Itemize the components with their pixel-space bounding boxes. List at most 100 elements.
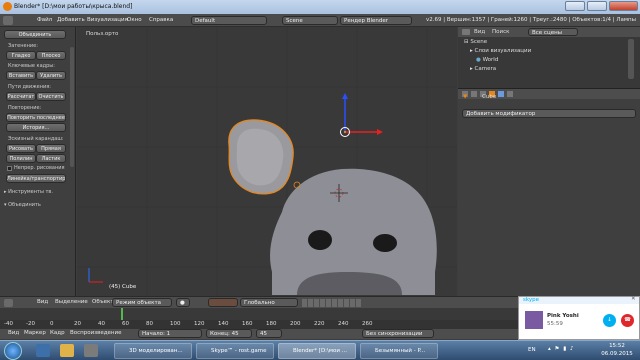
tool-section-header[interactable]: ▸ Инструменты тв. (4, 189, 53, 195)
scene-select[interactable]: Scene (282, 16, 338, 25)
start-button[interactable] (4, 342, 22, 360)
menu-add[interactable]: Добавить (57, 17, 85, 23)
viewport-canvas (77, 27, 457, 296)
gp-line-button[interactable]: Прямая (36, 144, 66, 153)
clock-date[interactable]: 06.09.2015 (598, 351, 636, 357)
insert-keyframe-button[interactable]: Вставить (6, 71, 36, 80)
outliner-scrollbar[interactable] (628, 39, 634, 79)
media-icon[interactable] (84, 344, 98, 357)
outliner-item-scene[interactable]: ⊟ Scene (464, 39, 487, 45)
layout-select[interactable]: Default (191, 16, 267, 25)
caller-avatar (525, 311, 543, 329)
outliner-editor-icon[interactable] (462, 29, 470, 35)
delete-keyframe-button[interactable]: Удалить (36, 71, 66, 80)
modifier-tab-icon[interactable] (498, 91, 504, 97)
timeline-frame-menu[interactable]: Кадр (50, 330, 65, 336)
layer-buttons[interactable] (302, 299, 362, 307)
repeat-label: Повторение: (8, 105, 42, 111)
blender-logo-icon (3, 2, 12, 11)
outliner-item-label: Слои визуализации (474, 48, 532, 54)
skype-close-icon[interactable]: ✕ (631, 296, 636, 302)
gp-poly-button[interactable]: Полилин (6, 154, 36, 163)
shading-label: Затенение: (8, 43, 38, 49)
skype-logo: skype (523, 297, 539, 303)
editor-type-icon[interactable] (3, 16, 13, 25)
orientation-select[interactable]: Глобально (240, 298, 298, 307)
outliner-search-menu[interactable]: Поиск (492, 29, 509, 35)
3d-viewport[interactable]: Польз.орто (45) Cube (77, 27, 457, 296)
language-indicator[interactable]: EN (528, 347, 536, 353)
ruler-button[interactable]: Линейка/транспортир (6, 174, 66, 183)
skype-header: skype ✕ (519, 296, 639, 304)
outliner-item-camera[interactable]: ▸ Camera (470, 66, 496, 72)
properties-editor: ▼ Cube Добавить модификатор (458, 89, 640, 296)
smooth-button[interactable]: Гладко (6, 51, 36, 60)
repeat-last-button[interactable]: Повторить последнее (6, 113, 66, 122)
gp-draw-button[interactable]: Рисовать (6, 144, 36, 153)
gp-erase-button[interactable]: Ластик (36, 154, 66, 163)
tick-label: 80 (146, 321, 153, 327)
toolshelf-scrollbar[interactable] (70, 47, 74, 167)
menu-window[interactable]: Окно (127, 17, 142, 23)
end-frame-field[interactable]: Конец: 45 (206, 329, 252, 338)
tick-label: 140 (218, 321, 229, 327)
history-button[interactable]: История... (6, 123, 66, 132)
close-button[interactable] (609, 1, 638, 11)
timeline-marker-menu[interactable]: Маркер (24, 330, 46, 336)
tick-label: -20 (26, 321, 35, 327)
rat-ear-mesh[interactable] (228, 119, 301, 195)
outliner-display-select[interactable]: Все сцены (528, 28, 578, 36)
explorer-icon[interactable] (60, 344, 74, 357)
tray-icons[interactable]: ▴ ⚑ ▮ ♪ (548, 346, 588, 355)
hang-up-icon[interactable]: ☎ (621, 314, 634, 327)
menu-file[interactable]: Файл (37, 17, 52, 23)
mode-select[interactable]: Режим объекта (112, 298, 172, 307)
scene-tab-icon[interactable] (471, 91, 477, 97)
merge-section-header[interactable]: ▾ Объединить (4, 202, 41, 208)
call-duration: 55:59 (547, 321, 563, 327)
tick-label: 40 (98, 321, 105, 327)
tick-label: -40 (4, 321, 13, 327)
pivot-manipulator-buttons[interactable] (208, 298, 238, 307)
add-modifier-select[interactable]: Добавить модификатор (462, 109, 636, 118)
outliner-view-menu[interactable]: Вид (474, 29, 485, 35)
flat-button[interactable]: Плоско (36, 51, 66, 60)
join-button[interactable]: Объединить (4, 30, 66, 39)
outliner-item-render-layers[interactable]: ▸ Слои визуализации (470, 48, 531, 54)
menu-render[interactable]: Визуализация (87, 17, 128, 23)
taskbar-item-blender[interactable]: Blender* [D:\мои ... (278, 343, 356, 359)
select-menu[interactable]: Выделение (55, 299, 88, 305)
render-engine-select[interactable]: Рендер Blender (340, 16, 412, 25)
menu-help[interactable]: Справка (149, 17, 173, 23)
skype-notification[interactable]: skype ✕ Pink Yoshi 55:59 ↓ ☎ (518, 296, 640, 340)
continuous-draw-label: Непрер. рисования (14, 165, 65, 171)
clock-time[interactable]: 15:52 (598, 343, 636, 349)
transform-gizmo[interactable] (340, 93, 384, 137)
start-frame-field[interactable]: Начало: 1 (138, 329, 202, 338)
ie-icon[interactable] (36, 344, 50, 357)
minimize-button[interactable] (565, 1, 585, 11)
timeline-view-menu[interactable]: Вид (8, 330, 19, 336)
outliner-item-world[interactable]: ● World (476, 57, 498, 63)
taskbar-item-paint[interactable]: Безымянный - P... (360, 343, 438, 359)
maximize-button[interactable] (587, 1, 607, 11)
object-menu[interactable]: Объект (92, 299, 114, 305)
viewport-editor-icon[interactable] (4, 299, 13, 307)
outliner: Вид Поиск Все сцены ⊟ Scene ▸ Слои визуа… (458, 27, 640, 89)
clear-paths-button[interactable]: Очистить (36, 92, 66, 101)
shading-select[interactable]: ● (176, 298, 190, 307)
tool-section-label: Инструменты тв. (8, 189, 53, 195)
call-mic-icon[interactable]: ↓ (603, 314, 616, 327)
taskbar-item-3d[interactable]: 3D моделирован... (114, 343, 192, 359)
calculate-paths-button[interactable]: Рассчитат (6, 92, 36, 101)
current-frame-field[interactable]: 45 (256, 329, 282, 338)
continuous-draw-checkbox[interactable] (7, 166, 12, 171)
sync-mode-select[interactable]: Без синхронизации (362, 329, 434, 338)
taskbar-item-skype[interactable]: Skype™ - rost.game (196, 343, 274, 359)
caller-name: Pink Yoshi (547, 313, 579, 319)
material-tab-icon[interactable] (507, 91, 513, 97)
timeline-playback-menu[interactable]: Воспроизведение (70, 330, 121, 336)
view-menu[interactable]: Вид (37, 299, 48, 305)
scene-stats: v2.69 | Вершин:1357 | Граней:1260 | Треу… (426, 17, 636, 23)
tick-label: 180 (266, 321, 277, 327)
